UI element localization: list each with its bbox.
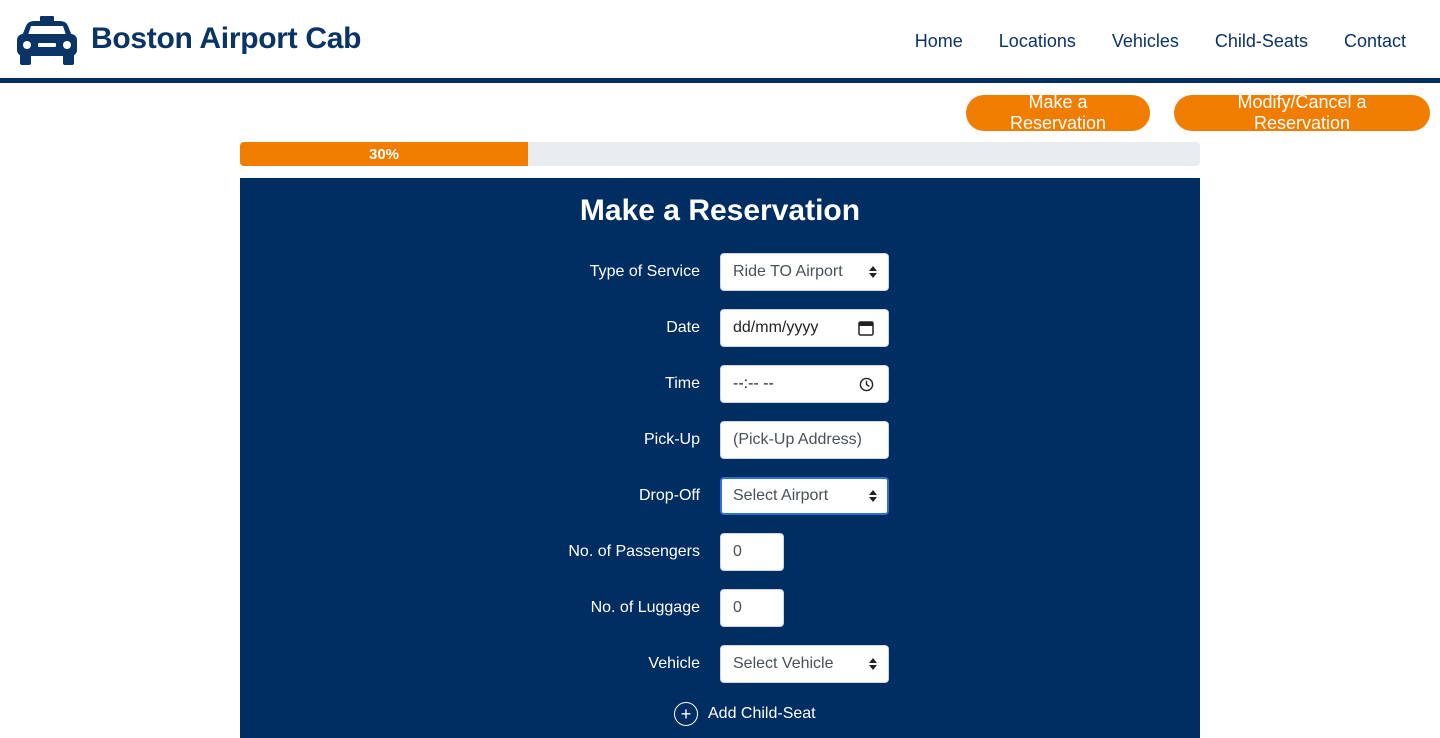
dropoff-value: Select Airport — [733, 487, 829, 504]
select-arrows-icon — [869, 658, 877, 670]
pickup-placeholder: (Pick-Up Address) — [733, 431, 862, 448]
time-label: Time — [665, 375, 700, 392]
dropoff-select[interactable]: Select Airport — [720, 477, 889, 515]
dropoff-row: Drop-Off Select Airport — [240, 477, 1200, 515]
nav-locations[interactable]: Locations — [999, 31, 1076, 52]
vehicle-select[interactable]: Select Vehicle — [720, 645, 889, 683]
calendar-icon[interactable] — [858, 320, 874, 336]
luggage-label: No. of Luggage — [590, 599, 700, 616]
luggage-row: No. of Luggage 0 — [240, 589, 1200, 627]
pickup-label: Pick-Up — [643, 431, 700, 448]
pickup-row: Pick-Up (Pick-Up Address) — [240, 421, 1200, 459]
date-input[interactable]: dd/mm/yyyy — [720, 309, 889, 347]
main-nav: Home Locations Vehicles Child-Seats Cont… — [915, 31, 1406, 52]
service-label: Type of Service — [589, 263, 700, 280]
add-child-seat-button[interactable]: + Add Child-Seat — [674, 702, 816, 726]
nav-vehicles[interactable]: Vehicles — [1112, 31, 1179, 52]
vehicle-value: Select Vehicle — [733, 655, 834, 672]
progress-fill: 30% — [240, 142, 528, 166]
passengers-row: No. of Passengers 0 — [240, 533, 1200, 571]
reservation-panel: Make a Reservation Type of Service Ride … — [240, 178, 1200, 738]
modify-cancel-reservation-button[interactable]: Modify/Cancel a Reservation — [1174, 92, 1430, 133]
form-title: Make a Reservation — [579, 194, 861, 227]
nav-child-seats[interactable]: Child-Seats — [1215, 31, 1308, 52]
date-label: Date — [666, 319, 700, 336]
luggage-value: 0 — [733, 599, 742, 616]
dropoff-label: Drop-Off — [638, 487, 700, 504]
clock-icon[interactable] — [859, 377, 874, 392]
plus-circle-icon: + — [674, 702, 698, 726]
nav-contact[interactable]: Contact — [1344, 31, 1406, 52]
date-placeholder: dd/mm/yyyy — [733, 319, 819, 336]
site-header: Boston Airport Cab Home Locations Vehicl… — [0, 0, 1440, 83]
passengers-value: 0 — [733, 543, 742, 560]
service-row: Type of Service Ride TO Airport — [240, 253, 1200, 291]
pickup-input[interactable]: (Pick-Up Address) — [720, 421, 889, 459]
vehicle-label: Vehicle — [648, 655, 700, 672]
add-child-seat-label: Add Child-Seat — [708, 705, 816, 722]
passengers-label: No. of Passengers — [568, 543, 700, 560]
luggage-input[interactable]: 0 — [720, 589, 784, 627]
date-row: Date dd/mm/yyyy — [240, 309, 1200, 347]
service-select[interactable]: Ride TO Airport — [720, 253, 889, 291]
time-input[interactable]: --:-- -- — [720, 365, 889, 403]
vehicle-row: Vehicle Select Vehicle — [240, 645, 1200, 683]
nav-home[interactable]: Home — [915, 31, 963, 52]
taxi-car-icon[interactable] — [16, 16, 78, 66]
time-placeholder: --:-- -- — [733, 375, 774, 392]
progress-bar: 30% — [240, 142, 1200, 166]
time-row: Time --:-- -- — [240, 365, 1200, 403]
service-value: Ride TO Airport — [733, 263, 843, 280]
brand-name[interactable]: Boston Airport Cab — [91, 22, 361, 56]
make-reservation-button[interactable]: Make a Reservation — [966, 92, 1150, 133]
select-arrows-icon — [869, 266, 877, 278]
passengers-input[interactable]: 0 — [720, 533, 784, 571]
select-arrows-icon — [869, 490, 877, 502]
